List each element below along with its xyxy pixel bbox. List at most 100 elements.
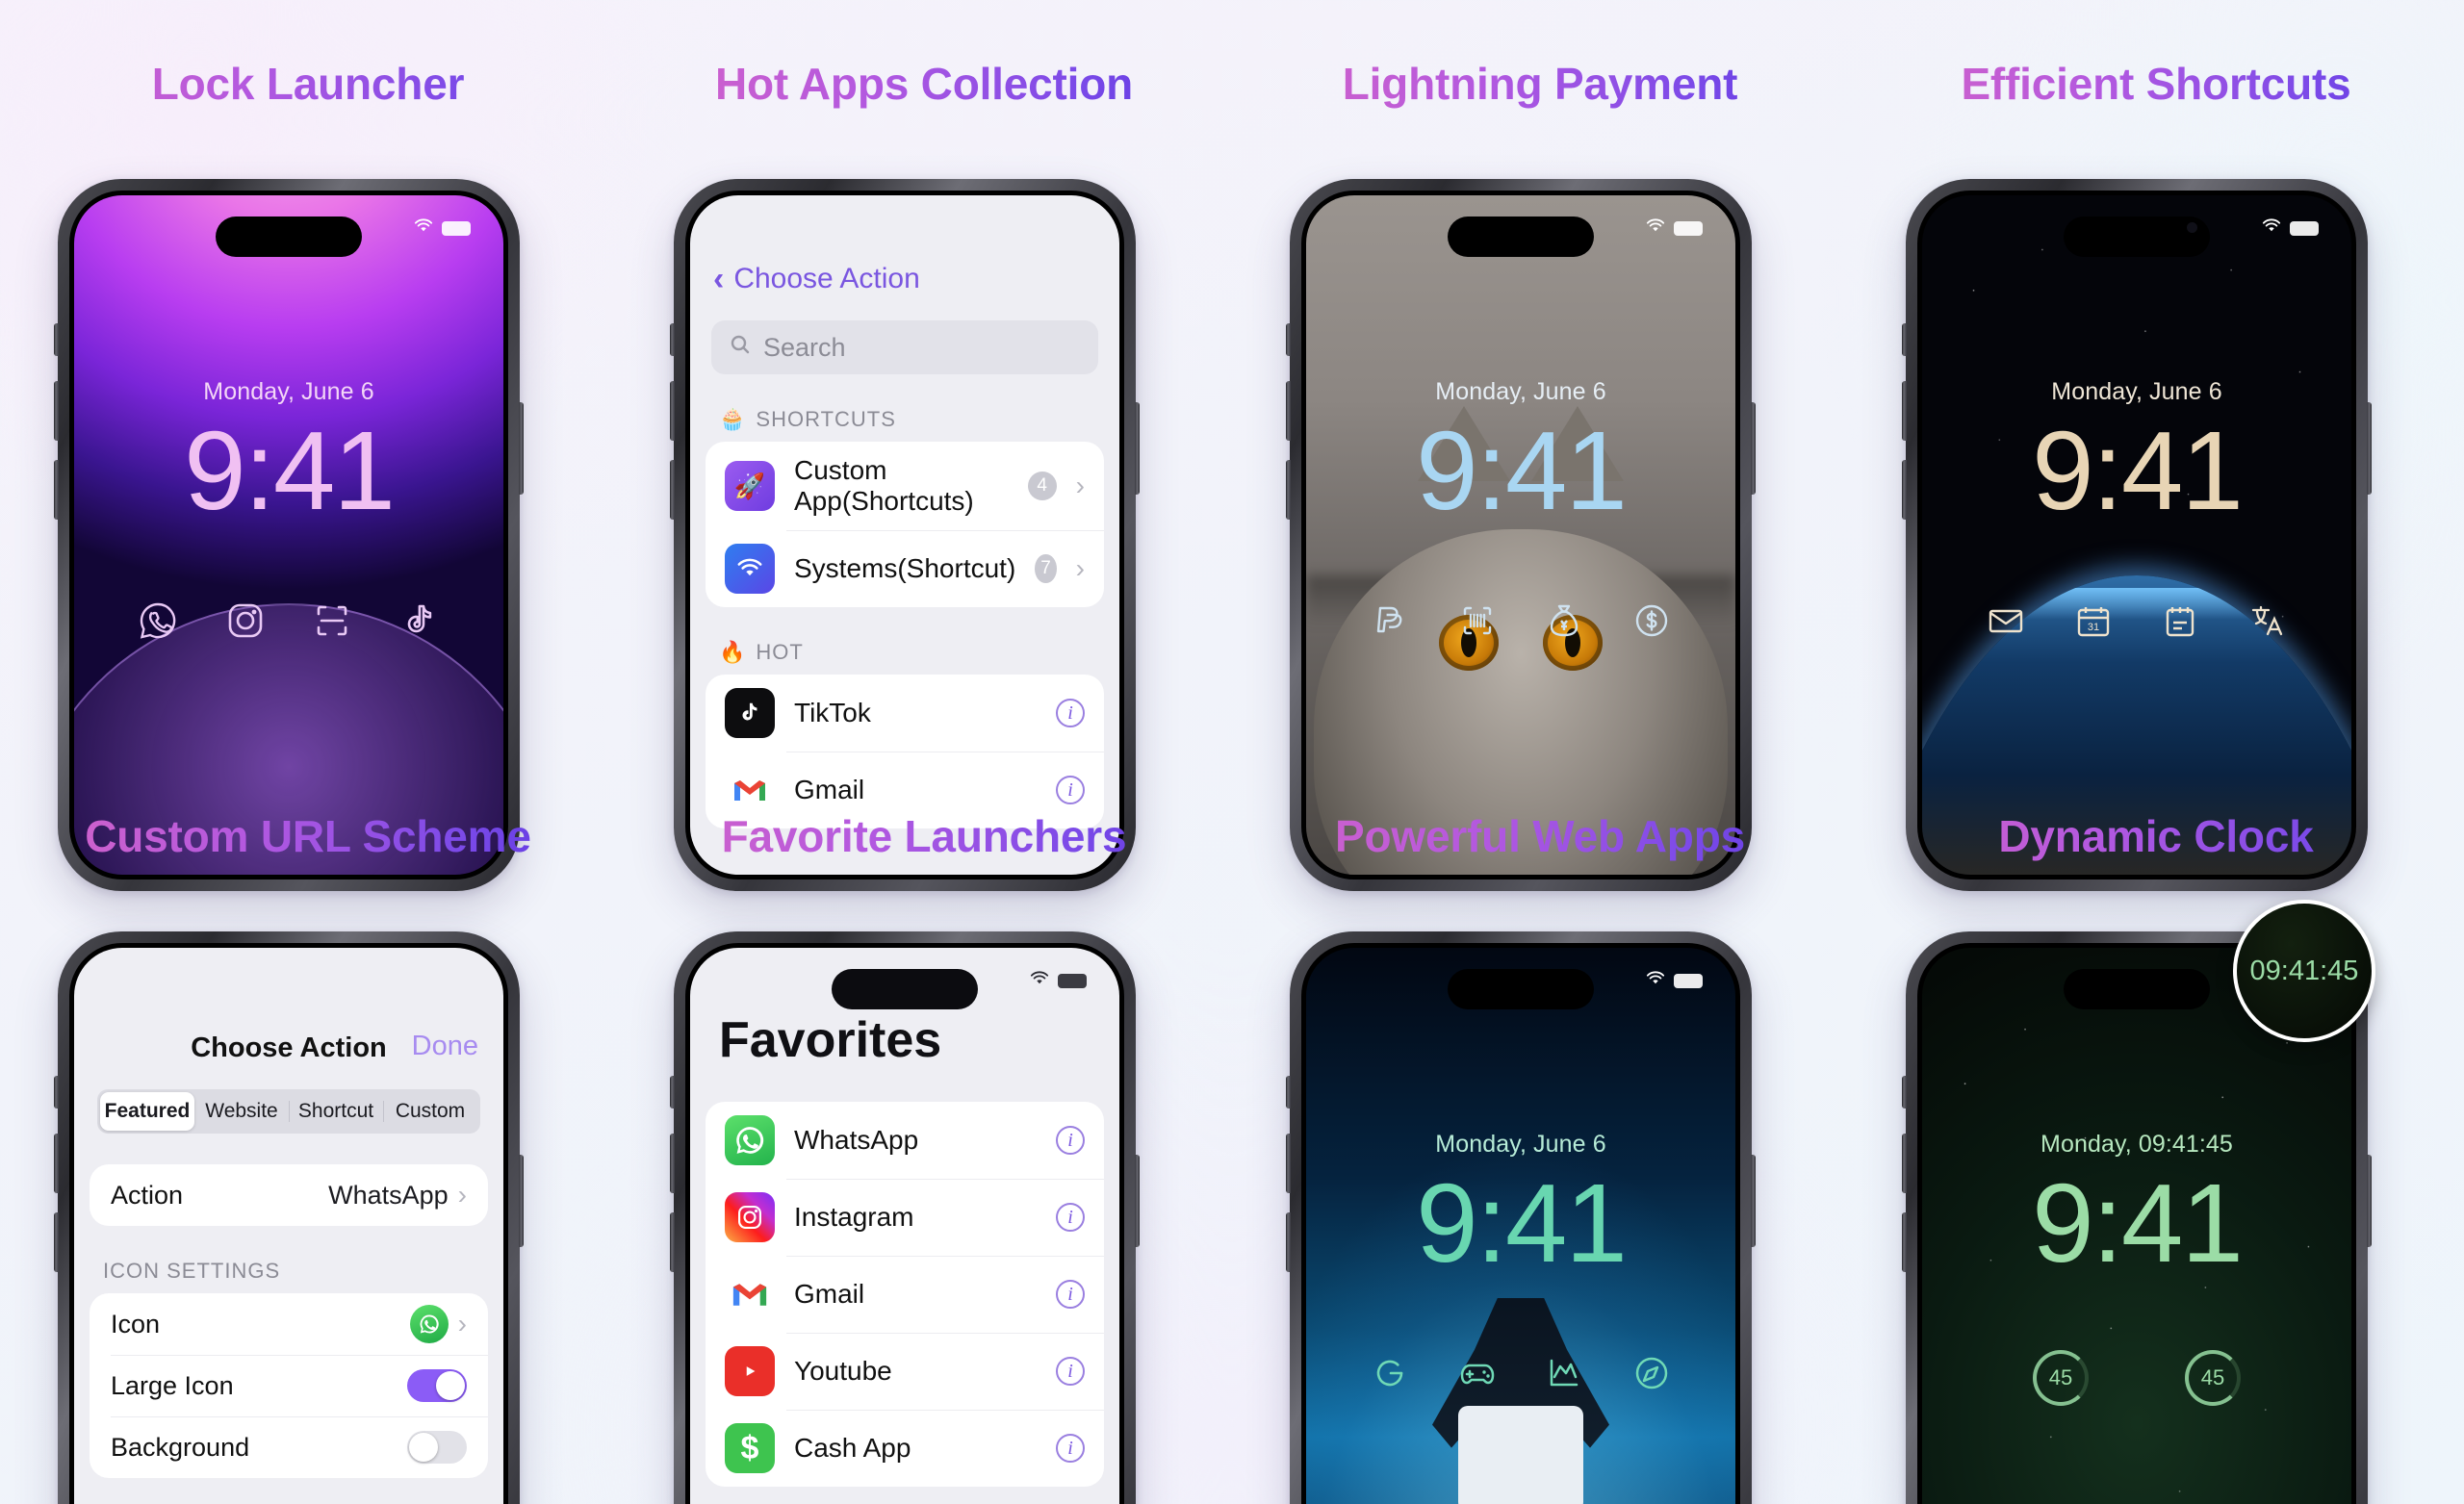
search-input[interactable]: Search <box>711 320 1098 374</box>
segmented-control[interactable]: Featured Website Shortcut Custom <box>97 1089 480 1134</box>
choose-action-modal: Choose Action Done Featured Website Shor… <box>74 948 503 1504</box>
lockscreen-date: Monday, 09:41:45 <box>2040 1131 2233 1158</box>
wallpaper-earth <box>1922 195 2351 875</box>
lockscreen-time: 9:41 <box>184 408 396 533</box>
list-item[interactable]: Gmail i <box>706 1256 1104 1333</box>
section-header-hot: 🔥 HOT <box>719 640 804 664</box>
dynamic-island <box>1448 969 1594 1009</box>
lockscreen-lock-launcher[interactable]: Monday, June 6 9:41 <box>74 195 503 875</box>
cashapp-icon: $ <box>725 1423 775 1473</box>
wifi-shortcut-icon <box>725 544 775 594</box>
sheet-navbar: ‹ Choose Action <box>690 195 1119 295</box>
favorites-screen[interactable]: Favorites WhatsApp i Instagram i Gmail i… <box>690 948 1119 1504</box>
info-icon[interactable]: i <box>1056 1126 1085 1155</box>
action-row[interactable]: Action WhatsApp › <box>90 1164 488 1226</box>
background-toggle[interactable] <box>407 1431 467 1464</box>
info-icon[interactable]: i <box>1056 1434 1085 1463</box>
magnifier-callout: 09:41:45 <box>2233 900 2375 1042</box>
lockscreen-date: Monday, June 6 <box>1435 378 1606 405</box>
qr-scan-icon[interactable] <box>311 599 353 642</box>
chevron-right-icon: › <box>457 1180 467 1210</box>
wallpaper-purple <box>74 195 503 875</box>
back-chevron-icon[interactable]: ‹ <box>713 263 724 295</box>
instagram-icon[interactable] <box>224 599 267 642</box>
gmail-icon <box>725 1269 775 1319</box>
list-item[interactable]: $ Cash App i <box>706 1410 1104 1487</box>
count-badge: 4 <box>1027 472 1057 500</box>
list-item[interactable]: WhatsApp i <box>706 1102 1104 1179</box>
modal-header: Choose Action Done <box>74 998 503 1064</box>
wifi-icon <box>1645 971 1666 991</box>
dollar-circle-icon[interactable] <box>1630 599 1673 642</box>
wallpaper-cat <box>1306 195 1735 875</box>
wifi-icon <box>1029 971 1050 991</box>
tab-featured[interactable]: Featured <box>100 1092 194 1131</box>
status-bar <box>2261 218 2319 239</box>
info-icon[interactable]: i <box>1056 1357 1085 1386</box>
page-title: Favorites <box>719 1012 942 1068</box>
done-button[interactable]: Done <box>412 1031 478 1062</box>
dynamic-island <box>832 969 978 1009</box>
lockscreen-lightning-payment[interactable]: Monday, June 6 9:41 <box>1306 195 1735 875</box>
mail-icon[interactable] <box>1985 599 2027 642</box>
notes-icon[interactable] <box>2159 599 2201 642</box>
lockscreen-powerful-web-apps[interactable]: Monday, June 6 9:41 <box>1306 948 1735 1504</box>
info-icon[interactable]: i <box>1056 776 1085 804</box>
icon-settings-card: Icon › Large Icon Background <box>90 1293 488 1478</box>
calendar-31-icon[interactable]: 31 <box>2072 599 2115 642</box>
action-card: Action WhatsApp › <box>90 1164 488 1226</box>
chart-icon[interactable] <box>1543 1352 1585 1394</box>
tab-website[interactable]: Website <box>194 1092 289 1131</box>
circular-widget[interactable]: 45 <box>2033 1350 2089 1406</box>
favorites-sheet: Favorites WhatsApp i Instagram i Gmail i… <box>690 948 1119 1504</box>
translate-icon[interactable] <box>2246 599 2289 642</box>
money-bag-yen-icon[interactable] <box>1543 599 1585 642</box>
large-icon-row[interactable]: Large Icon <box>90 1355 488 1416</box>
icon-row[interactable]: Icon › <box>90 1293 488 1355</box>
tab-custom[interactable]: Custom <box>383 1092 477 1131</box>
paypal-icon[interactable] <box>1369 599 1411 642</box>
list-item[interactable]: Instagram i <box>706 1179 1104 1256</box>
tiktok-icon <box>725 688 775 738</box>
compass-icon[interactable] <box>1630 1352 1673 1394</box>
battery-icon <box>2290 221 2319 236</box>
rocket-icon: 🚀 <box>725 461 775 511</box>
phone-mockup-powerful-web-apps: Monday, June 6 9:41 <box>1286 931 1756 1504</box>
status-bar <box>1029 971 1087 991</box>
info-icon[interactable]: i <box>1056 699 1085 727</box>
info-icon[interactable]: i <box>1056 1280 1085 1309</box>
action-picker-screen[interactable]: ‹ Choose Action Search 🧁 SHORTCUTS 🚀 Cus… <box>690 195 1119 875</box>
large-icon-toggle[interactable] <box>407 1369 467 1402</box>
settings-screen-custom-url[interactable]: Choose Action Done Featured Website Shor… <box>74 948 503 1504</box>
lockscreen-time: 9:41 <box>2032 1160 2244 1286</box>
lockscreen-efficient-shortcuts[interactable]: Monday, June 6 9:41 31 <box>1922 195 2351 875</box>
dynamic-island <box>1448 217 1594 257</box>
status-bar <box>1645 218 1703 239</box>
list-item[interactable]: Systems(Shortcut) 7 › <box>706 530 1104 607</box>
panel-title-efficient-shortcuts: Efficient Shortcuts <box>1848 58 2464 110</box>
modal-title: Choose Action <box>191 1032 387 1063</box>
list-item[interactable]: TikTok i <box>706 675 1104 752</box>
panel-title-lightning-payment: Lightning Payment <box>1232 58 1848 110</box>
list-item[interactable]: 🚀 Custom App(Shortcuts) 4 › <box>706 442 1104 530</box>
list-item[interactable]: Youtube i <box>706 1333 1104 1410</box>
panel-title-lock-launcher: Lock Launcher <box>0 58 616 110</box>
hot-card: TikTok i Gmail i <box>706 675 1104 828</box>
whatsapp-icon <box>725 1115 775 1165</box>
dynamic-island <box>216 217 362 257</box>
phone-mockup-favorite-launchers: Favorites WhatsApp i Instagram i Gmail i… <box>670 931 1140 1504</box>
circular-widget[interactable]: 45 <box>2185 1350 2241 1406</box>
tiktok-icon[interactable] <box>398 599 441 642</box>
background-row[interactable]: Background <box>90 1416 488 1478</box>
whatsapp-icon[interactable] <box>137 599 179 642</box>
section-header-icon-settings: ICON SETTINGS <box>103 1259 281 1283</box>
barcode-scan-icon[interactable] <box>1456 599 1499 642</box>
gmail-icon <box>725 765 775 815</box>
gamepad-icon[interactable] <box>1456 1352 1499 1394</box>
google-g-icon[interactable] <box>1369 1352 1411 1394</box>
tab-shortcut[interactable]: Shortcut <box>289 1092 383 1131</box>
panel-title-hot-apps: Hot Apps Collection <box>616 58 1232 110</box>
cupcake-icon: 🧁 <box>719 407 747 431</box>
panel-title-powerful-web-apps: Powerful Web Apps <box>1232 810 1848 862</box>
info-icon[interactable]: i <box>1056 1203 1085 1232</box>
